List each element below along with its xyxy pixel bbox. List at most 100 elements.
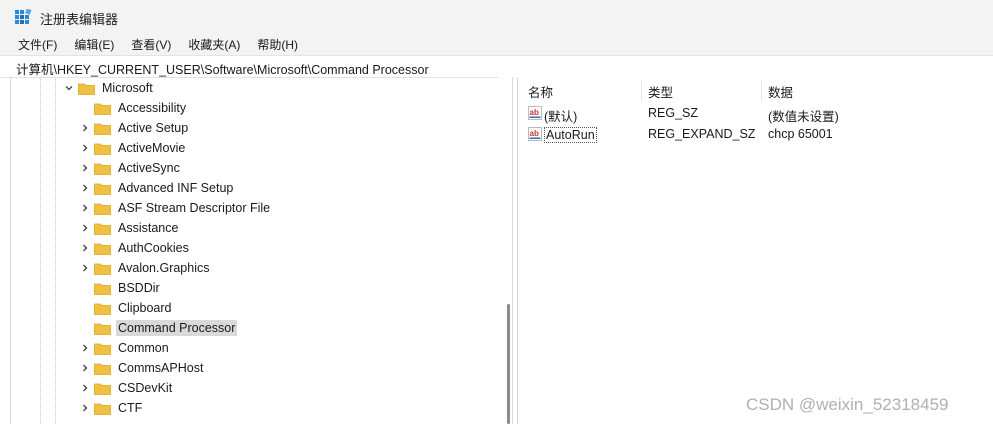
tree-item[interactable]: ActiveMovie	[79, 138, 187, 158]
tree-item[interactable]: Common	[79, 338, 171, 358]
tree-item[interactable]: Clipboard	[79, 298, 174, 318]
tree-item-label: Avalon.Graphics	[118, 261, 210, 275]
string-value-icon: ab	[528, 106, 542, 120]
values-pane[interactable]: 名称 类型 数据 ab (默认) REG_SZ (数值未设置) ab AutoRun REG…	[517, 77, 993, 424]
tree-item[interactable]: Assistance	[79, 218, 180, 238]
svg-text:ab: ab	[530, 129, 539, 138]
tree-item[interactable]: AuthCookies	[79, 238, 191, 258]
chevron-right-icon[interactable]	[79, 402, 91, 414]
value-name: (默认)	[544, 110, 578, 124]
chevron-right-icon[interactable]	[79, 242, 91, 254]
tree-item-label: ASF Stream Descriptor File	[118, 201, 271, 215]
key-tree-pane[interactable]: Microsoft Accessibility Active Setup Activ…	[10, 77, 513, 424]
folder-icon	[94, 363, 111, 375]
folder-icon	[94, 303, 111, 315]
title-bar: 注册表编辑器	[0, 0, 993, 34]
value-row[interactable]: ab (默认) REG_SZ (数值未设置)	[526, 103, 993, 124]
tree-item[interactable]: Active Setup	[79, 118, 190, 138]
column-separator[interactable]	[641, 81, 642, 101]
tree-item[interactable]: CTF	[79, 398, 144, 418]
registry-editor-app-icon	[15, 9, 32, 24]
tree-item-label: CommsAPHost	[118, 361, 204, 375]
address-path[interactable]: 计算机\HKEY_CURRENT_USER\Software\Microsoft…	[16, 59, 429, 78]
tree-item[interactable]: ASF Stream Descriptor File	[79, 198, 272, 218]
watermark: CSDN @weixin_52318459	[746, 395, 949, 414]
chevron-right-icon[interactable]	[79, 222, 91, 234]
folder-icon	[94, 203, 111, 215]
tree-item-label: ActiveMovie	[118, 141, 186, 155]
chevron-right-icon[interactable]	[79, 362, 91, 374]
chevron-right-icon[interactable]	[79, 162, 91, 174]
chevron-right-icon[interactable]	[79, 382, 91, 394]
column-header-data[interactable]: 数据	[768, 82, 793, 101]
chevron-right-icon[interactable]	[79, 122, 91, 134]
tree-scrollbar[interactable]	[499, 77, 512, 424]
column-separator[interactable]	[761, 81, 762, 101]
chevron-down-icon[interactable]	[63, 82, 75, 94]
folder-icon	[94, 223, 111, 235]
chevron-right-icon[interactable]	[79, 262, 91, 274]
tree-item-label: CTF	[118, 401, 143, 415]
folder-icon	[94, 143, 111, 155]
value-type: REG_SZ	[648, 106, 699, 120]
tree-item[interactable]: Advanced INF Setup	[79, 178, 235, 198]
tree-item-label: Microsoft	[102, 81, 153, 95]
window-title: 注册表编辑器	[40, 12, 119, 27]
folder-icon	[94, 243, 111, 255]
menu-edit[interactable]: 编辑(E)	[72, 35, 116, 54]
tree-item-label: CSDevKit	[118, 381, 173, 395]
tree-item[interactable]: ActiveSync	[79, 158, 182, 178]
folder-icon	[94, 343, 111, 355]
tree-item[interactable]: CSDevKit	[79, 378, 174, 398]
column-header-name[interactable]: 名称	[528, 82, 553, 101]
value-data: (数值未设置)	[768, 110, 839, 124]
tree-item[interactable]: BSDDir	[79, 278, 162, 298]
folder-icon	[94, 323, 111, 335]
tree-item-label: AuthCookies	[118, 241, 189, 255]
tree-item[interactable]: Avalon.Graphics	[79, 258, 212, 278]
menu-file[interactable]: 文件(F)	[16, 35, 59, 54]
value-row[interactable]: ab AutoRun REG_EXPAND_SZ chcp 65001	[526, 124, 993, 144]
folder-icon	[94, 183, 111, 195]
tree-guide-line	[40, 77, 42, 424]
tree-guide-line	[55, 77, 57, 424]
chevron-right-icon[interactable]	[79, 142, 91, 154]
folder-icon	[94, 103, 111, 115]
tree-item-label: Active Setup	[118, 121, 189, 135]
folder-icon	[94, 163, 111, 175]
folder-icon	[94, 123, 111, 135]
folder-icon	[94, 403, 111, 415]
value-type: REG_EXPAND_SZ	[648, 127, 756, 141]
tree-item-microsoft[interactable]: Microsoft	[63, 78, 155, 98]
menu-view[interactable]: 查看(V)	[129, 35, 173, 54]
value-name: AutoRun	[544, 127, 597, 143]
tree-item-label: BSDDir	[118, 281, 160, 295]
tree-item-label: Accessibility	[118, 101, 187, 115]
column-header-type[interactable]: 类型	[648, 82, 673, 101]
tree-scrollbar-thumb[interactable]	[507, 304, 510, 424]
folder-icon	[94, 263, 111, 275]
tree-item[interactable]: CommsAPHost	[79, 358, 205, 378]
svg-text:ab: ab	[530, 108, 539, 117]
chevron-right-icon[interactable]	[79, 202, 91, 214]
folder-icon	[94, 383, 111, 395]
tree-item-label: Command Processor	[116, 320, 238, 336]
chevron-right-icon[interactable]	[79, 342, 91, 354]
menu-bar: 文件(F) 编辑(E) 查看(V) 收藏夹(A) 帮助(H)	[0, 34, 993, 55]
address-bar[interactable]: 计算机\HKEY_CURRENT_USER\Software\Microsoft…	[0, 55, 993, 78]
tree-item-label: Clipboard	[118, 301, 172, 315]
tree-item[interactable]: Command Processor	[79, 318, 238, 338]
tree-item[interactable]: Accessibility	[79, 98, 188, 118]
folder-icon	[94, 283, 111, 295]
tree-item-label: ActiveSync	[118, 161, 180, 175]
value-data: chcp 65001	[768, 127, 833, 141]
chevron-right-icon[interactable]	[79, 182, 91, 194]
menu-help[interactable]: 帮助(H)	[255, 35, 300, 54]
tree-item-label: Common	[118, 341, 169, 355]
menu-favorites[interactable]: 收藏夹(A)	[186, 35, 242, 54]
folder-icon	[78, 83, 95, 95]
